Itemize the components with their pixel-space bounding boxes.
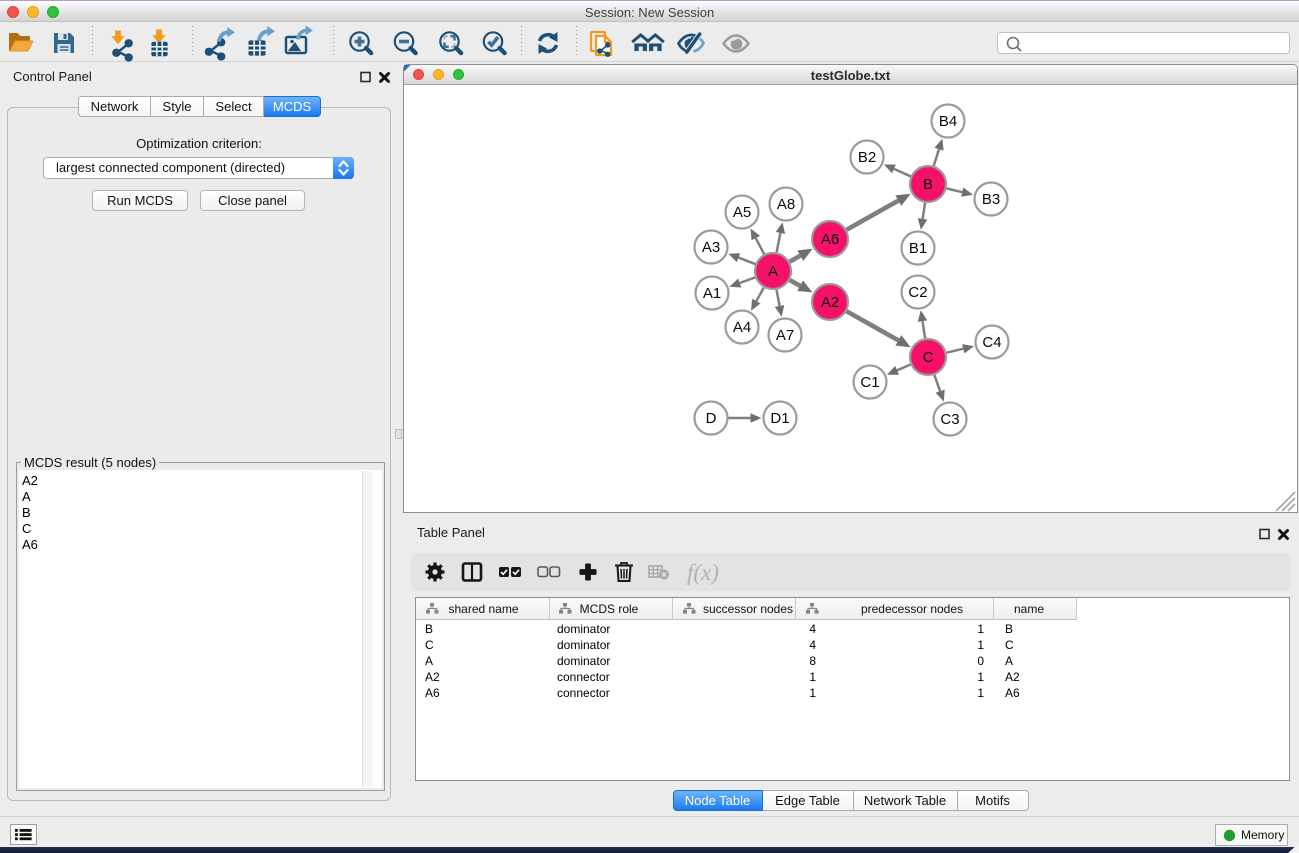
svg-text:D1: D1 bbox=[770, 410, 789, 427]
svg-text:A3: A3 bbox=[702, 239, 720, 256]
svg-text:A1: A1 bbox=[703, 285, 721, 302]
svg-text:f(x): f(x) bbox=[687, 560, 719, 585]
svg-text:B1: B1 bbox=[909, 240, 927, 257]
svg-text:B: B bbox=[923, 176, 933, 193]
svg-text:A5: A5 bbox=[733, 204, 751, 221]
svg-text:C2: C2 bbox=[908, 284, 927, 301]
svg-text:A: A bbox=[768, 263, 778, 280]
svg-text:A7: A7 bbox=[776, 327, 794, 344]
svg-text:C4: C4 bbox=[982, 334, 1001, 351]
svg-text:B3: B3 bbox=[982, 191, 1000, 208]
svg-text:A2: A2 bbox=[821, 294, 839, 311]
svg-text:A8: A8 bbox=[777, 196, 795, 213]
svg-text:B2: B2 bbox=[858, 149, 876, 166]
svg-text:D: D bbox=[706, 410, 717, 427]
svg-text:B4: B4 bbox=[939, 113, 957, 130]
svg-text:C1: C1 bbox=[860, 374, 879, 391]
svg-text:A6: A6 bbox=[821, 231, 839, 248]
svg-text:A4: A4 bbox=[733, 319, 751, 336]
svg-text:C3: C3 bbox=[940, 411, 959, 428]
svg-text:C: C bbox=[923, 349, 934, 366]
